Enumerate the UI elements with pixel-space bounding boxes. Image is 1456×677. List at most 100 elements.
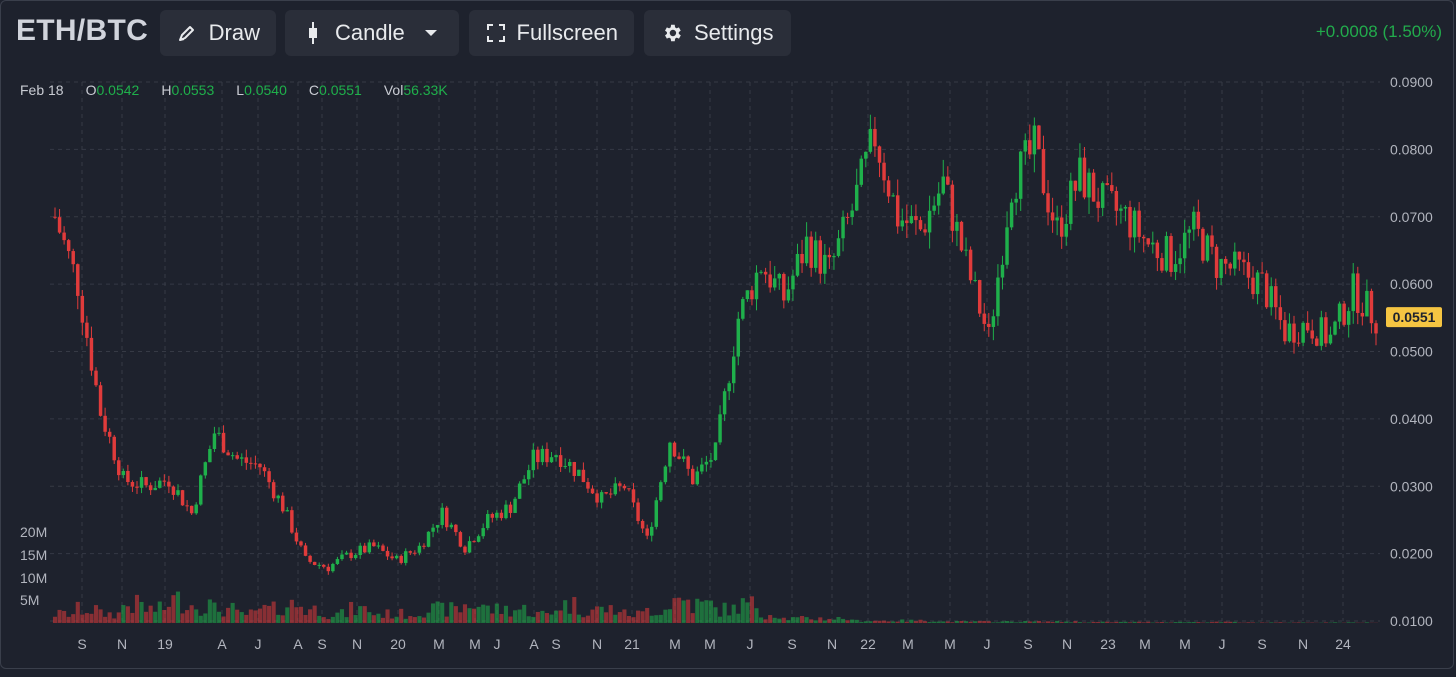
volume-bar bbox=[936, 621, 941, 623]
volume-bar bbox=[809, 619, 814, 623]
volume-bar bbox=[66, 616, 71, 623]
volume-bar bbox=[799, 615, 805, 623]
volume-bar bbox=[1009, 621, 1014, 623]
candle-body bbox=[609, 493, 613, 495]
volume-bar bbox=[1091, 621, 1096, 623]
candle-body bbox=[1315, 338, 1319, 346]
candle-body bbox=[918, 220, 923, 230]
volume-bar bbox=[1100, 621, 1105, 623]
fullscreen-button[interactable]: Fullscreen bbox=[469, 10, 634, 56]
candle-body bbox=[613, 483, 618, 495]
volume-bar bbox=[718, 616, 723, 623]
volume-bar bbox=[317, 615, 322, 623]
candle-body bbox=[754, 272, 759, 300]
candle-body bbox=[914, 216, 918, 221]
volume-bar bbox=[367, 612, 372, 623]
candle-body bbox=[649, 526, 654, 536]
candle-body bbox=[1342, 303, 1346, 325]
candle-body bbox=[126, 470, 130, 483]
candle-body bbox=[230, 455, 235, 457]
candle-body bbox=[718, 414, 722, 443]
x-tick-label: J bbox=[984, 636, 991, 652]
candle-body bbox=[85, 322, 89, 338]
candle-body bbox=[1014, 198, 1018, 203]
volume-bar bbox=[221, 616, 226, 623]
volume-bar bbox=[52, 616, 58, 623]
candle-body bbox=[1264, 273, 1269, 308]
candle-body bbox=[1310, 330, 1314, 339]
volume-bar bbox=[235, 609, 240, 623]
volume-bar bbox=[868, 621, 873, 623]
volume-bar bbox=[1027, 621, 1032, 623]
candle-body bbox=[973, 280, 977, 282]
volume-bar bbox=[326, 619, 331, 623]
candle-body bbox=[212, 433, 217, 449]
volume-bar bbox=[399, 608, 404, 623]
volume-bar bbox=[544, 613, 550, 623]
candle-body bbox=[700, 464, 704, 472]
candle-body bbox=[522, 479, 526, 484]
candle-body bbox=[1205, 235, 1210, 261]
candle-body bbox=[1274, 286, 1278, 308]
volume-bar bbox=[103, 616, 108, 623]
volume-bar bbox=[1191, 622, 1196, 623]
candle-body bbox=[604, 492, 608, 494]
candle-body bbox=[654, 500, 659, 527]
candle-body bbox=[568, 462, 572, 466]
y-tick-label: 0.0200 bbox=[1390, 546, 1433, 562]
candle-body bbox=[1337, 303, 1342, 322]
candle-body bbox=[686, 456, 690, 469]
candle-body bbox=[1356, 273, 1360, 313]
volume-bar bbox=[298, 606, 304, 623]
candle-body bbox=[1374, 323, 1378, 334]
candle-body bbox=[103, 415, 107, 432]
candle-body bbox=[882, 162, 886, 181]
volume-bar bbox=[850, 619, 855, 623]
y-tick-label: 0.0500 bbox=[1390, 344, 1433, 360]
volume-bar bbox=[845, 620, 850, 623]
volume-bar bbox=[212, 602, 217, 623]
candle-body bbox=[80, 295, 85, 323]
volume-bar bbox=[148, 605, 153, 623]
price-chart[interactable]: 0.0900 0.0800 0.0700 0.0600 0.0500 0.0400 0.03… bbox=[0, 0, 1456, 677]
volume-bar bbox=[239, 612, 244, 623]
volume-bar bbox=[804, 617, 809, 623]
candle-body bbox=[504, 504, 508, 519]
candle-body bbox=[1146, 238, 1150, 245]
volume-bar bbox=[230, 602, 235, 623]
candle-body bbox=[1164, 236, 1169, 271]
candle-type-dropdown[interactable]: Candle bbox=[285, 10, 459, 56]
candle-body bbox=[996, 277, 1000, 317]
candle-body bbox=[112, 436, 116, 461]
volume-bar bbox=[918, 619, 923, 623]
candle-body bbox=[1132, 210, 1137, 238]
candle-body bbox=[490, 514, 495, 518]
volume-bar bbox=[1041, 622, 1046, 623]
settings-button[interactable]: Settings bbox=[644, 10, 791, 56]
volume-bar bbox=[162, 610, 167, 623]
candle-body bbox=[1351, 273, 1355, 312]
candle-body bbox=[977, 280, 982, 314]
candle-body bbox=[741, 299, 745, 319]
candle-body bbox=[668, 442, 672, 467]
volume-bar bbox=[572, 597, 577, 623]
candle-body bbox=[795, 253, 800, 276]
volume-bar bbox=[1219, 622, 1224, 623]
volume-bar bbox=[203, 613, 208, 623]
volume-bar bbox=[1296, 622, 1301, 623]
volume-bar bbox=[508, 616, 513, 623]
draw-button[interactable]: Draw bbox=[160, 10, 276, 56]
volume-bar bbox=[690, 613, 695, 623]
volume-bar bbox=[695, 598, 700, 623]
volume-bar bbox=[435, 601, 440, 623]
x-tick-label: S bbox=[787, 636, 796, 652]
candle-body bbox=[153, 487, 157, 491]
volume-bar bbox=[93, 605, 99, 623]
volume-bar bbox=[963, 621, 969, 623]
candle-body bbox=[1110, 185, 1114, 191]
x-tick-label: S bbox=[1257, 636, 1266, 652]
candle-body bbox=[240, 457, 244, 459]
volume-bar bbox=[499, 613, 504, 623]
x-tick-label: S bbox=[317, 636, 326, 652]
candle-body bbox=[267, 471, 271, 483]
